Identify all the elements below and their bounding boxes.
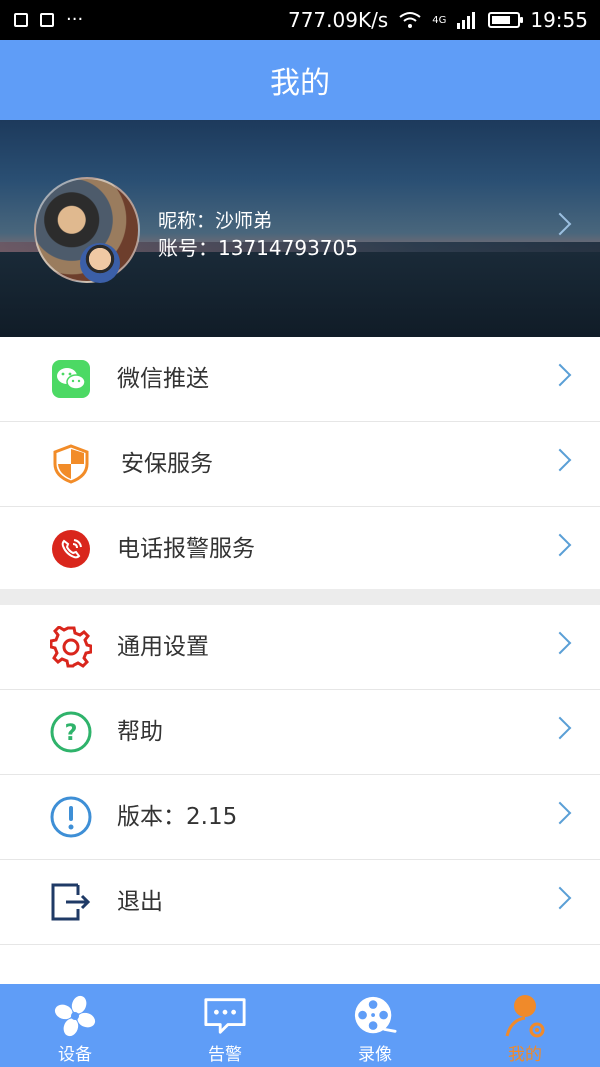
menu-item-security-service[interactable]: 安保服务 xyxy=(0,422,600,507)
film-reel-icon xyxy=(353,994,397,1038)
tab-label: 告警 xyxy=(208,1045,242,1065)
menu-item-label: 微信推送 xyxy=(117,366,209,392)
help-icon: ? xyxy=(50,711,92,753)
menu-item-label: 安保服务 xyxy=(121,451,213,477)
menu-item-phone-alarm[interactable]: 电话报警服务 xyxy=(0,507,600,592)
avatar[interactable] xyxy=(34,177,140,283)
chat-icon xyxy=(203,994,247,1038)
menu-item-help[interactable]: ? 帮助 xyxy=(0,690,600,775)
chevron-right-icon xyxy=(548,631,572,655)
svg-text:?: ? xyxy=(65,721,78,746)
menu-item-label: 帮助 xyxy=(117,719,163,745)
menu-item-label: 通用设置 xyxy=(117,634,209,660)
user-icon xyxy=(503,994,547,1038)
signal-icon xyxy=(457,12,476,29)
menu-item-logout[interactable]: 退出 xyxy=(0,860,600,945)
chevron-right-icon xyxy=(548,801,572,825)
menu-group-settings: 通用设置 ? 帮助 版本：2.15 退出 xyxy=(0,605,600,945)
profile-account: 账号：13714793705 xyxy=(158,236,358,260)
tab-label: 设备 xyxy=(58,1045,92,1065)
wifi-icon xyxy=(399,12,421,28)
app-notification-icon xyxy=(40,12,54,27)
image-notification-icon xyxy=(14,12,28,27)
fan-icon xyxy=(53,994,97,1038)
chevron-right-icon xyxy=(548,886,572,910)
tab-mine[interactable]: 我的 xyxy=(450,984,600,1067)
profile-nickname: 昵称：沙师弟 xyxy=(158,210,273,232)
tab-label: 我的 xyxy=(508,1045,542,1065)
tab-alerts[interactable]: 告警 xyxy=(150,984,300,1067)
tab-label: 录像 xyxy=(358,1045,392,1065)
gear-icon xyxy=(50,626,92,668)
status-bar: ··· 777.09K/s 4G 19:55 xyxy=(0,0,600,40)
clock: 19:55 xyxy=(530,8,588,32)
chevron-right-icon xyxy=(548,363,572,387)
section-divider xyxy=(0,589,600,605)
menu-item-label: 退出 xyxy=(117,889,163,915)
tab-recordings[interactable]: 录像 xyxy=(300,984,450,1067)
menu-item-label: 版本：2.15 xyxy=(117,804,238,830)
menu-item-wechat-push[interactable]: 微信推送 xyxy=(0,337,600,422)
network-type: 4G xyxy=(432,14,447,26)
logout-icon xyxy=(50,881,92,923)
profile-banner[interactable]: 昵称：沙师弟 账号：13714793705 xyxy=(0,120,600,337)
menu-group-services: 微信推送 安保服务 电话报警服务 xyxy=(0,337,600,592)
battery-icon xyxy=(488,12,524,28)
menu-item-version[interactable]: 版本：2.15 xyxy=(0,775,600,860)
page-title: 我的 xyxy=(270,66,330,101)
bottom-tab-bar: 设备 告警 录像 我的 xyxy=(0,984,600,1067)
profile-chevron-icon xyxy=(548,212,572,236)
network-speed: 777.09K/s xyxy=(287,8,389,32)
menu-item-general-settings[interactable]: 通用设置 xyxy=(0,605,600,690)
page-header: 我的 xyxy=(0,40,600,120)
status-right: 777.09K/s 4G 19:55 xyxy=(288,8,588,32)
more-notifications: ··· xyxy=(66,9,84,30)
status-left: ··· xyxy=(14,9,83,30)
tab-devices[interactable]: 设备 xyxy=(0,984,150,1067)
wechat-icon xyxy=(50,358,92,400)
info-icon xyxy=(50,796,92,838)
shield-icon xyxy=(50,443,92,485)
menu-item-label: 电话报警服务 xyxy=(117,536,255,562)
chevron-right-icon xyxy=(548,448,572,472)
phone-alarm-icon xyxy=(50,528,92,570)
chevron-right-icon xyxy=(548,716,572,740)
chevron-right-icon xyxy=(548,533,572,557)
